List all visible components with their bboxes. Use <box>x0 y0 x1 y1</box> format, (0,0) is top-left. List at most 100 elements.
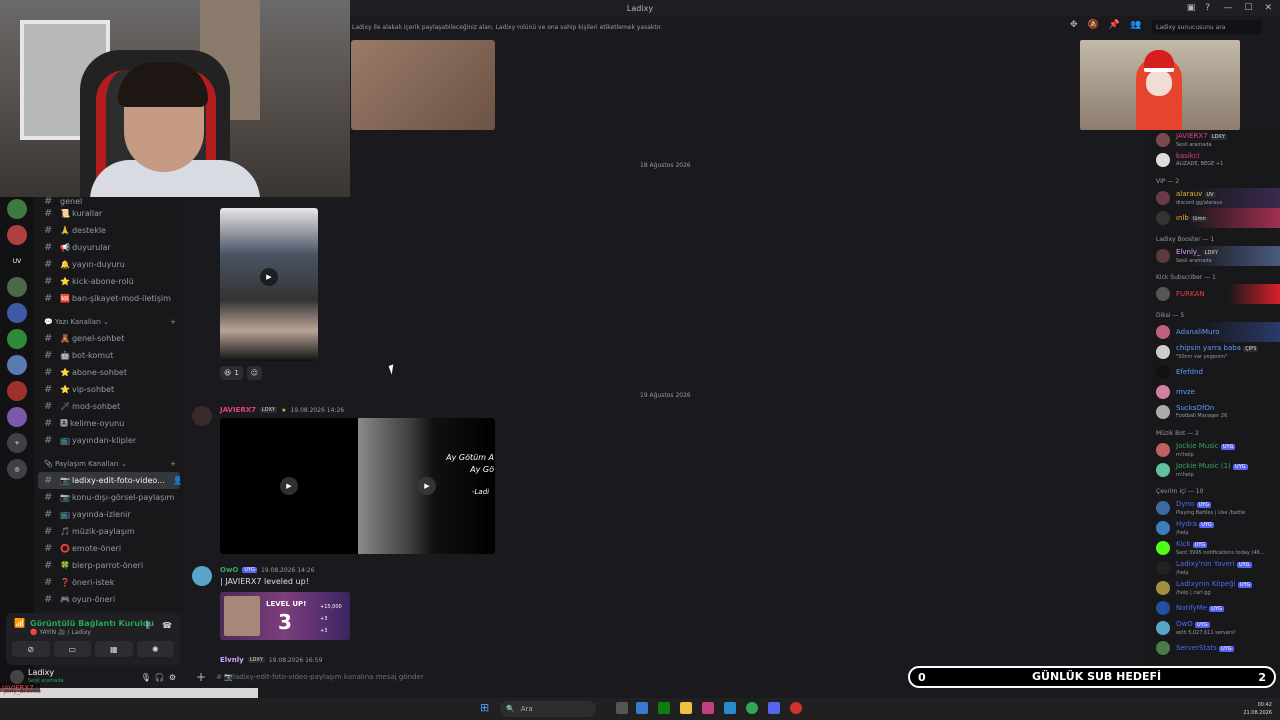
member-item[interactable]: AdanaliMuro <box>1150 322 1280 342</box>
mute-icon[interactable]: 🔕 <box>1088 20 1099 30</box>
invite-icon[interactable]: 👤 <box>173 476 183 485</box>
channel-item[interactable]: # 🤖 bot-komut <box>34 347 184 364</box>
members-icon[interactable]: 👥 <box>1130 20 1141 30</box>
camera-off-button[interactable]: ⊘ <box>12 641 50 657</box>
channel-item[interactable]: # 🗡 mod-sohbet <box>34 398 184 415</box>
channel-item[interactable]: # 🆘 ban-şikayet-mod-iletişim <box>34 290 184 307</box>
channel-item-active[interactable]: #📷ladixy-edit-foto-video...👤⚙ <box>38 472 183 489</box>
channel-item[interactable]: # genel <box>34 197 184 207</box>
channel-item[interactable]: # 📢 duyurular <box>34 239 184 256</box>
video-attachment[interactable]: ▶ <box>220 418 358 554</box>
category-header[interactable]: 📎 Paylaşım Kanalları ⌄ + <box>34 455 184 472</box>
member-item[interactable]: Kick UYG Sent 3995 notifications today (4… <box>1150 538 1280 558</box>
channel-item[interactable]: # 🙏 destekle <box>34 222 184 239</box>
channel-item[interactable]: # ❓ öneri-istek <box>34 574 184 591</box>
reaction-laugh[interactable]: 😆 1 <box>220 366 243 380</box>
embed-image[interactable] <box>351 40 495 130</box>
screen-share-button[interactable]: ▭ <box>53 641 91 657</box>
avatar[interactable] <box>192 406 212 426</box>
disconnect-icon[interactable]: ☎ <box>162 621 172 630</box>
soundboard-button[interactable]: ✺ <box>136 641 174 657</box>
xbox-icon[interactable] <box>658 702 670 714</box>
avatar[interactable] <box>192 566 212 586</box>
server-icon[interactable]: UV <box>7 251 27 271</box>
channel-item[interactable]: # ⭐ vip-sohbet <box>34 381 184 398</box>
gear-icon[interactable]: ⚙ <box>169 673 176 682</box>
voice-status[interactable]: Görüntülü Bağlantı Kuruldu <box>30 619 154 628</box>
member-item[interactable]: Elvnly_ LDXY Sesli aramada <box>1150 246 1280 266</box>
channel-item[interactable]: # 🧸 genel-sohbet <box>34 330 184 347</box>
server-icon[interactable] <box>7 277 27 297</box>
member-item[interactable]: ınlb lümn <box>1150 208 1280 228</box>
headphones-icon[interactable]: 🎧 <box>155 673 165 682</box>
member-item[interactable]: alarauv UV discord.gg/alarauv <box>1150 188 1280 208</box>
file-explorer-icon[interactable] <box>680 702 692 714</box>
add-attachment-icon[interactable]: + <box>196 670 206 684</box>
channel-item[interactable]: # 🅰kelime-oyunu <box>34 415 184 432</box>
task-view-icon[interactable] <box>616 702 628 714</box>
channel-item[interactable]: # 📜 kurallar <box>34 205 184 222</box>
member-item[interactable]: Jockie Music UYG m!help <box>1150 440 1280 460</box>
member-item[interactable]: NotifyMe UYG <box>1150 598 1280 618</box>
windows-start-icon[interactable]: ⊞ <box>480 702 492 714</box>
play-icon[interactable]: ▶ <box>418 477 436 495</box>
noise-icon[interactable]: ⫼ <box>146 621 150 631</box>
video-thumbnail[interactable]: ▶ <box>220 208 318 361</box>
member-item[interactable]: Dyno UYG Playing Battles | Use /battle <box>1150 498 1280 518</box>
member-item[interactable]: Ladixy'nin Yaveri UYG/help <box>1150 558 1280 578</box>
server-icon[interactable] <box>7 329 27 349</box>
member-item[interactable]: OwO UYG with 5,027,611 servers! <box>1150 618 1280 638</box>
inbox-icon[interactable]: ▣ <box>1187 3 1196 13</box>
member-item[interactable]: FURKAN <box>1150 284 1280 304</box>
channel-item[interactable]: # ⭕ emote-öneri <box>34 540 184 557</box>
member-item[interactable]: mvze <box>1150 382 1280 402</box>
search-input[interactable]: Ladixy sunucusunu ara <box>1152 20 1262 34</box>
member-item[interactable]: Hydra UYG/help <box>1150 518 1280 538</box>
author-name[interactable]: JAVIERX7 <box>220 406 256 414</box>
channel-item[interactable]: # 🍀 blerp-parrot-öneri <box>34 557 184 574</box>
add-server-icon[interactable]: + <box>7 433 27 453</box>
discord-icon[interactable] <box>768 702 780 714</box>
channel-item[interactable]: # ⭐ abone-sohbet <box>34 364 184 381</box>
member-item[interactable]: Ladixynin Köpeği UYG/help | carl.gg <box>1150 578 1280 598</box>
member-item[interactable]: ServerStats UYG <box>1150 638 1280 658</box>
channel-item[interactable]: # 🎵 müzik-paylaşım <box>34 523 184 540</box>
activities-button[interactable]: ▦ <box>95 641 133 657</box>
author-name[interactable]: OwO <box>220 566 238 574</box>
discover-icon[interactable]: ◎ <box>7 459 27 479</box>
widgets-icon[interactable] <box>636 702 648 714</box>
server-icon[interactable] <box>7 355 27 375</box>
channel-item[interactable]: # 📺 yayından-klipler <box>34 432 184 449</box>
add-channel-icon[interactable]: + <box>170 460 176 468</box>
chrome-icon[interactable] <box>746 702 758 714</box>
system-clock[interactable]: 00:42 21.08.2026 <box>1243 701 1272 717</box>
avatar[interactable] <box>10 670 24 684</box>
server-icon[interactable] <box>7 199 27 219</box>
member-item[interactable]: JAVIERX7 LDXY Sesli aramada <box>1150 130 1280 150</box>
channel-item[interactable]: # 🎮 oyun-öneri <box>34 591 184 608</box>
channel-item[interactable]: # 🔔 yayın-duyuru <box>34 256 184 273</box>
channel-item[interactable]: # 📷 konu-dışı-görsel-paylaşım <box>34 489 184 506</box>
taskbar-search[interactable]: 🔍 Ara <box>500 701 596 717</box>
play-icon[interactable]: ▶ <box>280 477 298 495</box>
help-icon[interactable]: ? <box>1205 3 1210 13</box>
author-name[interactable]: Elvnly <box>220 656 244 664</box>
server-icon[interactable] <box>7 407 27 427</box>
play-icon[interactable]: ▶ <box>260 268 278 286</box>
pin-icon[interactable]: 📌 <box>1109 20 1120 30</box>
close-icon[interactable]: ✕ <box>1264 3 1272 13</box>
maximize-icon[interactable]: ☐ <box>1244 3 1252 13</box>
video-attachment[interactable]: Ay Götüm A Ay Gö -Ladi ▶ <box>358 418 495 554</box>
server-icon[interactable] <box>7 381 27 401</box>
mic-icon[interactable]: 🎙 <box>141 673 151 682</box>
server-icon[interactable] <box>7 225 27 245</box>
channel-item[interactable]: # ⭐ kick-abone-rolü <box>34 273 184 290</box>
add-channel-icon[interactable]: + <box>170 318 176 326</box>
app-icon[interactable] <box>702 702 714 714</box>
channel-item[interactable]: # 📺 yayında-izlenir <box>34 506 184 523</box>
edge-icon[interactable] <box>724 702 736 714</box>
add-reaction-button[interactable]: ☺ <box>246 366 263 380</box>
member-item[interactable]: Jockie Music (1) UYG m!help <box>1150 460 1280 480</box>
levelup-card[interactable]: LEVEL UP! 3 +15,000 +3 +3 <box>220 592 350 640</box>
obs-icon[interactable] <box>790 702 802 714</box>
